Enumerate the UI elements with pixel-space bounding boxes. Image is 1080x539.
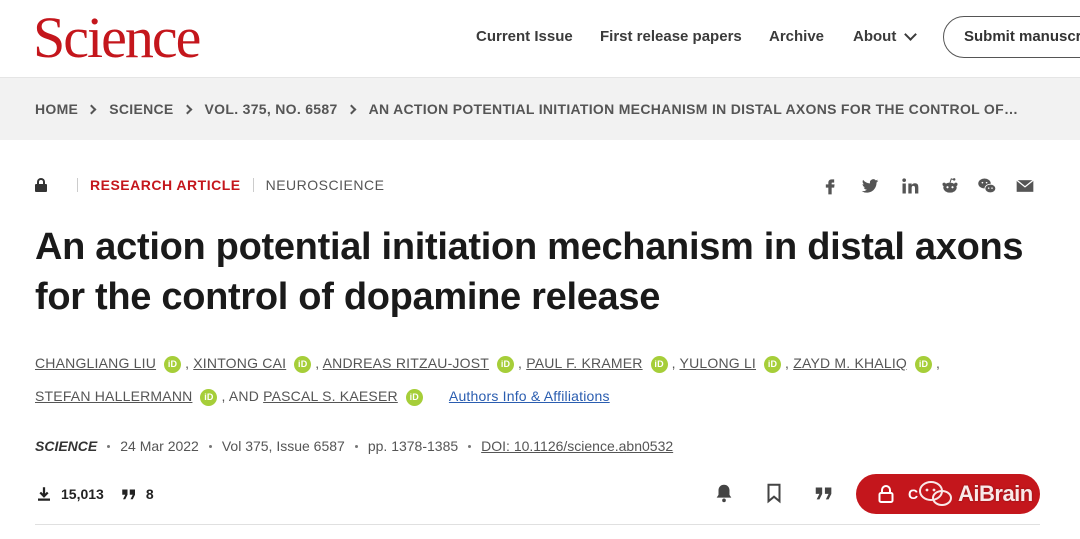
email-icon[interactable]	[1014, 175, 1036, 197]
nav-about-label: About	[853, 28, 897, 45]
submit-manuscript-button[interactable]: Submit manuscr	[943, 16, 1080, 58]
author-link[interactable]: CHANGLIANG LIU	[35, 355, 156, 371]
page-range: pp. 1378-1385	[367, 438, 459, 454]
breadcrumb-volume[interactable]: VOL. 375, NO. 6587	[205, 101, 338, 117]
linkedin-icon[interactable]	[899, 175, 921, 197]
watermark: AiBrain	[918, 474, 1048, 514]
citation-count: 8	[145, 486, 154, 502]
article-meta: RESEARCH ARTICLE NEUROSCIENCE	[35, 177, 384, 193]
author-link[interactable]: STEFAN HALLERMANN	[35, 388, 192, 404]
nav-current-issue[interactable]: Current Issue	[476, 28, 573, 45]
citation-line: SCIENCE 24 Mar 2022 Vol 375, Issue 6587 …	[35, 438, 673, 454]
chevron-right-icon	[86, 104, 97, 114]
breadcrumb-current: AN ACTION POTENTIAL INITIATION MECHANISM…	[368, 101, 1019, 117]
divider	[35, 524, 1040, 525]
breadcrumb-home[interactable]: HOME	[35, 101, 78, 117]
bullet	[354, 444, 358, 448]
breadcrumb-science[interactable]: SCIENCE	[109, 101, 173, 117]
nav-about[interactable]: About	[853, 27, 918, 45]
volume-issue[interactable]: Vol 375, Issue 6587	[222, 438, 345, 454]
orcid-icon[interactable]: iD	[497, 355, 515, 373]
chevron-right-icon	[182, 104, 192, 114]
bullet	[208, 444, 212, 448]
bullet	[107, 444, 111, 448]
reddit-icon[interactable]	[939, 175, 961, 197]
wechat-icon[interactable]	[976, 175, 998, 197]
author-link[interactable]: XINTONG CAI	[193, 355, 286, 371]
wechat-watermark-icon	[918, 480, 954, 508]
author-link[interactable]: PAUL F. KRAMER	[526, 355, 642, 371]
watermark-text: AiBrain	[958, 481, 1033, 506]
article-section[interactable]: NEUROSCIENCE	[266, 177, 385, 193]
download-count: 15,013	[61, 486, 104, 502]
author-list: CHANGLIANG LIU iD, XINTONG CAI iD, ANDREAS…	[35, 355, 941, 406]
twitter-icon[interactable]	[859, 175, 881, 197]
and-text: , AND	[221, 388, 260, 404]
check-access-label: C	[908, 486, 919, 502]
orcid-icon[interactable]: iD	[764, 355, 782, 373]
author-link[interactable]: YULONG LI	[680, 355, 757, 371]
lock-icon	[878, 485, 894, 503]
article-title: An action potential initiation mechanism…	[35, 226, 1024, 318]
publication-date: 24 Mar 2022	[120, 438, 199, 454]
nav-archive[interactable]: Archive	[769, 28, 824, 45]
facebook-icon[interactable]	[819, 175, 841, 197]
orcid-icon[interactable]: iD	[164, 355, 182, 373]
science-logo[interactable]: Science	[33, 6, 201, 70]
bookmark-icon[interactable]	[761, 480, 787, 506]
author-link[interactable]: ANDREAS RITZAU-JOST	[323, 355, 489, 371]
lock-icon	[35, 178, 47, 192]
nav-first-release-papers[interactable]: First release papers	[600, 28, 742, 45]
journal-name: SCIENCE	[35, 438, 98, 454]
author-link[interactable]: PASCAL S. KAESER	[263, 388, 398, 404]
chevron-down-icon	[904, 27, 918, 41]
orcid-icon[interactable]: iD	[405, 388, 423, 406]
divider	[252, 178, 254, 192]
breadcrumb-bar: HOME SCIENCE VOL. 375, NO. 6587 AN ACTIO…	[0, 78, 1080, 140]
orcid-icon[interactable]: iD	[294, 355, 312, 373]
article-metrics: 15,013 8	[35, 485, 154, 503]
authors-info-affiliations-link[interactable]: Authors Info & Affiliations	[449, 388, 610, 404]
breadcrumb: HOME SCIENCE VOL. 375, NO. 6587 AN ACTIO…	[35, 101, 1018, 117]
download-icon	[35, 485, 53, 503]
orcid-icon[interactable]: iD	[200, 388, 218, 406]
orcid-icon[interactable]: iD	[915, 355, 933, 373]
article-type: RESEARCH ARTICLE	[90, 177, 241, 193]
bullet	[468, 444, 472, 448]
divider	[77, 178, 78, 192]
doi-link[interactable]: DOI: 10.1126/science.abn0532	[481, 438, 673, 454]
site-header: Science Current Issue First release pape…	[0, 0, 1080, 78]
orcid-icon[interactable]: iD	[650, 355, 668, 373]
chevron-right-icon	[346, 104, 357, 114]
bell-icon[interactable]	[711, 480, 737, 506]
quote-icon[interactable]	[811, 480, 837, 506]
author-link[interactable]: ZAYD M. KHALIQ	[793, 355, 907, 371]
citation-quote-icon	[120, 485, 138, 503]
